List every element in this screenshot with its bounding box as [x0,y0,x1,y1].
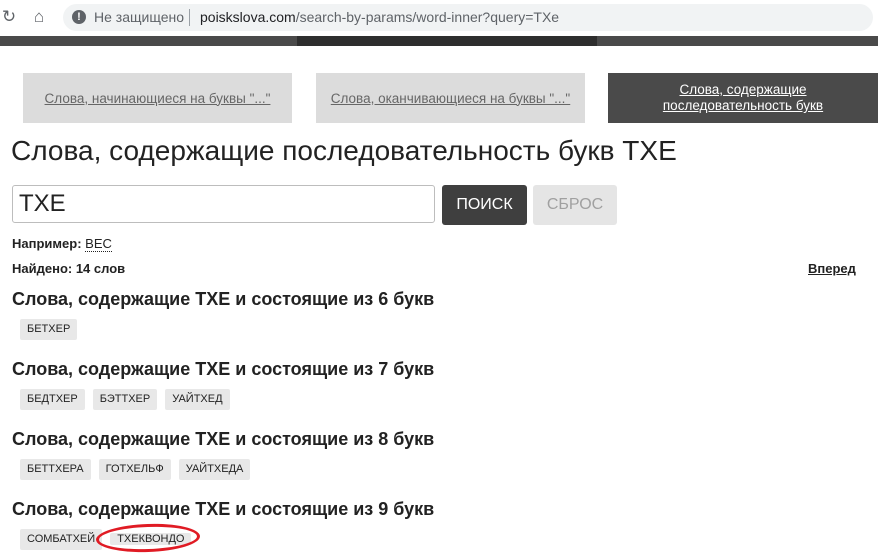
home-icon[interactable]: ⌂ [30,8,48,26]
example-label: Например: [12,236,82,251]
red-circle-annotation [95,522,201,554]
word-chip[interactable]: БЭТТХЕР [92,389,158,410]
security-label: Не защищено [94,9,184,25]
word-list-9-letters: СОМБАТХЕЙ ТХЕКВОНДО [20,522,201,554]
word-chip[interactable]: ГОТХЕЛЬФ [98,459,171,480]
example-word-link[interactable]: ВЕС [85,236,112,252]
results-count: Найдено: 14 слов [12,261,126,276]
top-stripe-middle [297,36,597,46]
url-host: poiskslova.com [200,9,296,25]
url-text[interactable]: poiskslova.com/search-by-params/word-inn… [200,9,559,25]
word-list-7-letters: БЕДТХЕР БЭТТХЕР УАЙТХЕД [20,389,230,410]
circled-word-wrapper: ТХЕКВОНДО [95,522,201,554]
search-input[interactable] [12,185,435,223]
info-warning-icon[interactable]: ! [72,10,86,24]
word-chip[interactable]: УАЙТХЕДА [178,459,251,480]
word-chip[interactable]: БЕДТХЕР [20,389,85,410]
word-list-8-letters: БЕТТХЕРА ГОТХЕЛЬФ УАЙТХЕДА [20,459,251,480]
browser-toolbar: ↻ ⌂ ! Не защищено poiskslova.com/search-… [0,0,878,36]
reset-button[interactable]: СБРОС [533,185,617,225]
tab-starts-with[interactable]: Слова, начинающиеся на буквы "..." [23,73,292,123]
group-title-9-letters: Слова, содержащие ТХЕ и состоящие из 9 б… [12,499,435,519]
url-divider [189,9,190,26]
url-path: /search-by-params/word-inner?query=TXe [295,9,560,25]
word-chip[interactable]: УАЙТХЕД [165,389,230,410]
forward-link[interactable]: Вперед [808,261,856,276]
word-chip[interactable]: СОМБАТХЕЙ [20,529,103,550]
word-chip[interactable]: БЕТХЕР [20,319,78,340]
address-bar[interactable]: ! Не защищено poiskslova.com/search-by-p… [63,4,873,31]
tab-contains-sequence[interactable]: Слова, содержащие последовательность бук… [608,73,878,123]
top-stripe-right [597,36,878,46]
tab-ends-with[interactable]: Слова, оканчивающиеся на буквы "..." [316,73,585,123]
search-button[interactable]: ПОИСК [442,185,527,225]
page-title: Слова, содержащие последовательность бук… [11,135,677,166]
group-title-8-letters: Слова, содержащие ТХЕ и состоящие из 8 б… [12,429,435,449]
group-title-7-letters: Слова, содержащие ТХЕ и состоящие из 7 б… [12,359,435,379]
example-line: Например: ВЕС [12,236,112,252]
reload-icon[interactable]: ↻ [0,8,18,26]
word-list-6-letters: БЕТХЕР [20,319,78,340]
group-title-6-letters: Слова, содержащие ТХЕ и состоящие из 6 б… [12,289,435,309]
word-chip[interactable]: БЕТТХЕРА [20,459,91,480]
top-stripe-left [0,36,297,46]
